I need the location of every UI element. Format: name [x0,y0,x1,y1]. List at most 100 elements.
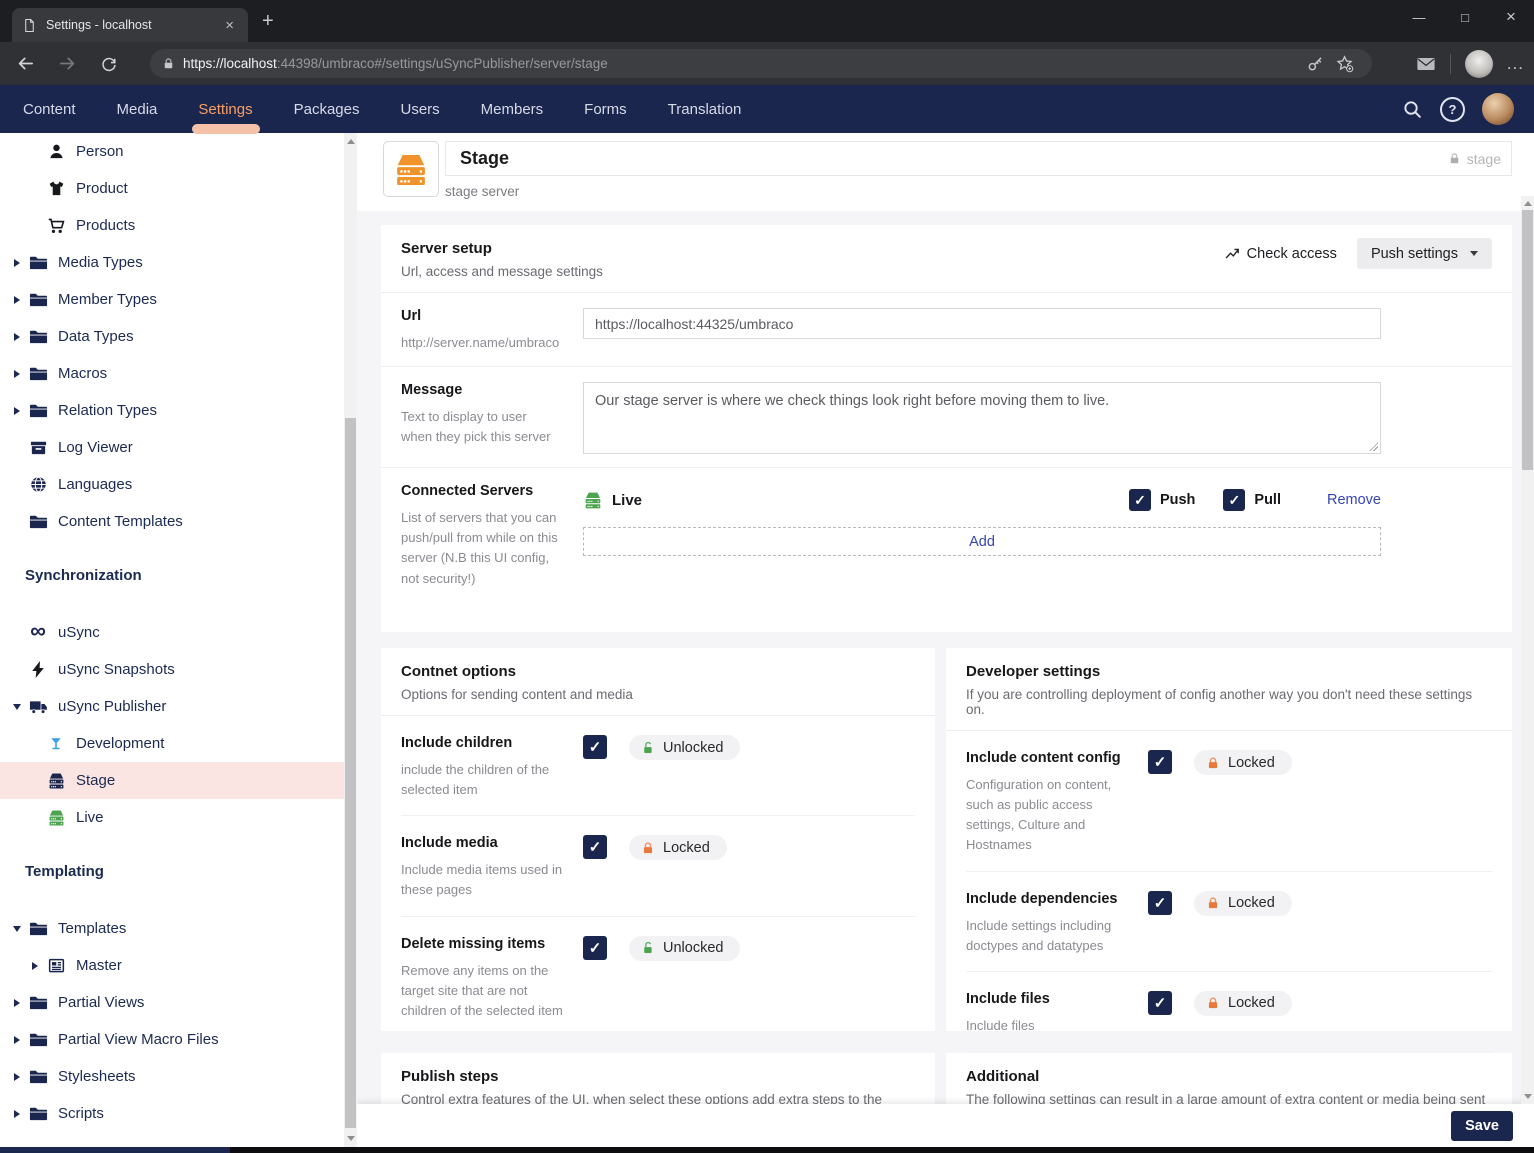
expand-caret-icon [8,259,26,267]
forward-button[interactable] [50,47,84,81]
expand-caret-icon [8,999,26,1007]
tree-item-stage[interactable]: Stage [0,762,344,799]
tree-item-languages[interactable]: Languages [0,466,344,503]
nav-content[interactable]: Content [23,101,76,118]
push-checkbox[interactable]: ✓ [1129,489,1151,511]
include-files-checkbox[interactable]: ✓ [1148,991,1172,1015]
developer-settings-subtitle: If you are controlling deployment of con… [966,687,1492,717]
tree-item-templates[interactable]: Templates [0,910,344,947]
search-icon[interactable] [1402,99,1423,120]
nav-translation[interactable]: Translation [668,101,742,118]
tree-item-member-types[interactable]: Member Types [0,281,344,318]
delete-missing-items-row: Delete missing items Remove any items on… [401,916,915,1036]
connected-servers-hint: List of servers that you can push/pull f… [401,508,559,589]
tree-item-development[interactable]: Development [0,725,344,762]
window-controls: — □ × [1396,0,1534,34]
tree-item-usync-publisher[interactable]: uSync Publisher [0,688,344,725]
tree-item-usync-snapshots[interactable]: uSync Snapshots [0,651,344,688]
page-title: Stage [460,148,1448,169]
nav-settings[interactable]: Settings [198,101,252,118]
tree-item-usync[interactable]: ∞uSync [0,614,344,651]
expand-caret-icon [8,370,26,378]
message-textarea[interactable]: Our stage server is where we check thing… [583,382,1381,454]
tree-item-master[interactable]: Master [0,947,344,984]
nav-media[interactable]: Media [117,101,158,118]
nav-forms[interactable]: Forms [584,101,627,118]
help-icon[interactable]: ? [1440,97,1465,122]
nav-packages[interactable]: Packages [294,101,360,118]
maximize-button[interactable]: □ [1442,0,1488,34]
url-text[interactable]: https://localhost:44398/umbraco#/setting… [183,56,1300,71]
tree-item-media-types[interactable]: Media Types [0,244,344,281]
publish-steps-title: Publish steps [401,1068,915,1085]
nav-users[interactable]: Users [400,101,439,118]
unlocked-pill[interactable]: Unlocked [629,936,740,961]
browser-tab[interactable]: Settings - localhost × [12,8,248,42]
content-scroll-thumb[interactable] [1522,210,1533,470]
scroll-up-icon[interactable] [344,135,357,148]
user-avatar[interactable] [1482,93,1514,125]
site-lock-icon[interactable] [162,57,175,70]
unlocked-pill[interactable]: Unlocked [629,735,740,760]
additional-title: Additional [966,1068,1492,1085]
save-button[interactable]: Save [1451,1111,1513,1141]
check-access-button[interactable]: Check access [1225,246,1337,262]
tree-item-product[interactable]: Product [0,170,344,207]
tree-item-live[interactable]: Live [0,799,344,836]
locked-pill[interactable]: Locked [1194,991,1292,1016]
tab-close-icon[interactable]: × [221,16,238,35]
resize-grip-icon[interactable] [1369,442,1378,451]
include-dependencies-checkbox[interactable]: ✓ [1148,891,1172,915]
close-button[interactable]: × [1488,0,1534,34]
expand-caret-icon [8,1036,26,1044]
nav-members[interactable]: Members [481,101,544,118]
scroll-up-icon[interactable] [1521,197,1534,210]
tree-item-stylesheets[interactable]: Stylesheets [0,1058,344,1095]
tree-item-macros[interactable]: Macros [0,355,344,392]
refresh-button[interactable] [92,47,126,81]
include-content-config-checkbox[interactable]: ✓ [1148,750,1172,774]
add-server-button[interactable]: Add [583,527,1381,556]
push-settings-dropdown[interactable]: Push settings [1357,238,1492,269]
favorite-star-icon[interactable] [1330,52,1360,76]
include-media-checkbox[interactable]: ✓ [583,835,607,859]
tree-item-partial-views[interactable]: Partial Views [0,984,344,1021]
locked-pill[interactable]: Locked [629,835,727,860]
url-path: :44398/umbraco#/settings/uSyncPublisher/… [277,56,608,71]
tree-item-partial-view-macro-files[interactable]: Partial View Macro Files [0,1021,344,1058]
scroll-down-icon[interactable] [1521,1090,1534,1103]
password-key-icon[interactable] [1300,52,1330,76]
tree-item-person[interactable]: Person [0,133,344,170]
locked-pill[interactable]: Locked [1194,750,1292,775]
delete-missing-checkbox[interactable]: ✓ [583,936,607,960]
back-button[interactable] [8,47,42,81]
remove-link[interactable]: Remove [1327,492,1381,508]
tree-item-products[interactable]: Products [0,207,344,244]
title-field[interactable]: Stage stage [445,141,1512,176]
sidebar-scroll-thumb[interactable] [345,418,356,1128]
tree-item-data-types[interactable]: Data Types [0,318,344,355]
tree-item-relation-types[interactable]: Relation Types [0,392,344,429]
new-tab-button[interactable]: + [262,11,274,31]
include-content-config-row: Include content config Configuration on … [966,731,1492,871]
tree-item-log-viewer[interactable]: Log Viewer [0,429,344,466]
sidebar-scrollbar[interactable] [344,133,357,1147]
address-bar[interactable]: https://localhost:44398/umbraco#/setting… [150,49,1372,78]
include-children-checkbox[interactable]: ✓ [583,735,607,759]
browser-menu-icon[interactable]: ... [1507,54,1524,74]
mail-icon[interactable] [1416,54,1436,74]
scroll-down-icon[interactable] [344,1132,357,1145]
locked-pill[interactable]: Locked [1194,891,1292,916]
section-synchronization: Synchronization [0,557,344,594]
pull-checkbox[interactable]: ✓ [1223,489,1245,511]
url-input[interactable]: https://localhost:44325/umbraco [583,308,1381,339]
minimize-button[interactable]: — [1396,0,1442,34]
tree-item-scripts[interactable]: Scripts [0,1095,344,1132]
collapse-caret-icon [8,926,26,932]
browser-profile-avatar[interactable] [1465,50,1493,78]
content-scrollbar[interactable] [1521,196,1534,1104]
tree-item-content-templates[interactable]: Content Templates [0,503,344,540]
include-children-row: Include children include the children of… [401,716,915,815]
developer-settings-title: Developer settings [966,663,1492,680]
tab-title: Settings - localhost [46,18,221,32]
